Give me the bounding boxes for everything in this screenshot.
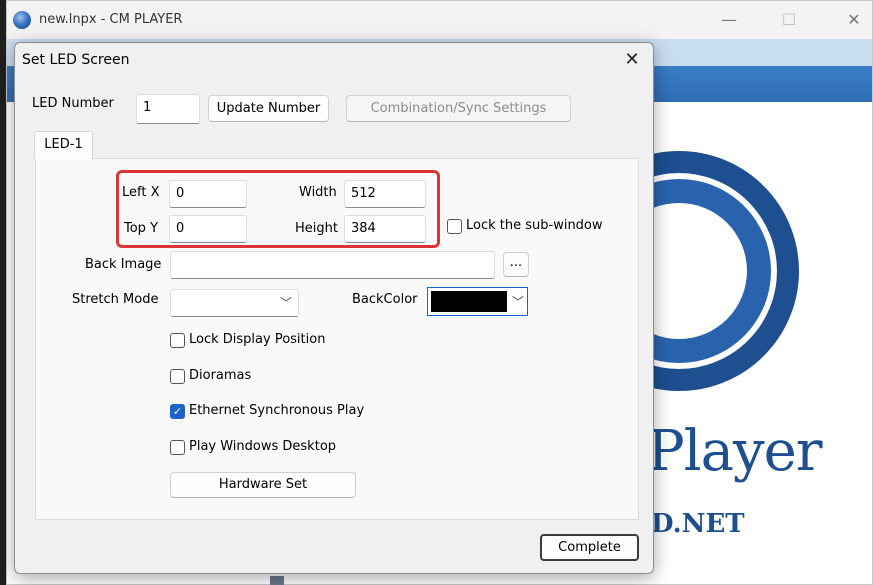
lock-display-position-checkbox[interactable] bbox=[170, 333, 185, 348]
lock-display-position-label: Lock Display Position bbox=[189, 332, 326, 347]
stretch-mode-select[interactable]: ﹀ bbox=[170, 289, 299, 317]
dialog-close-button[interactable]: ✕ bbox=[617, 47, 647, 73]
height-label: Height bbox=[295, 221, 338, 236]
app-logo-icon bbox=[13, 11, 31, 29]
brand-logo-subtext: D.NET bbox=[651, 509, 745, 539]
dioramas-label: Dioramas bbox=[189, 368, 252, 383]
backcolor-select[interactable]: ﹀ bbox=[427, 287, 528, 316]
left-x-label: Left X bbox=[122, 185, 160, 200]
complete-button[interactable]: Complete bbox=[540, 534, 639, 561]
width-input[interactable]: 512 bbox=[344, 180, 426, 208]
play-windows-desktop-checkbox[interactable] bbox=[170, 440, 185, 455]
height-input[interactable]: 384 bbox=[344, 215, 426, 243]
browse-back-image-button[interactable]: ... bbox=[503, 252, 529, 277]
play-windows-desktop-label: Play Windows Desktop bbox=[189, 439, 337, 454]
chevron-down-icon: ﹀ bbox=[279, 296, 292, 310]
brand-logo-text: Player bbox=[647, 419, 823, 484]
tab-panel-led-1 bbox=[35, 158, 639, 520]
minimize-button[interactable]: — bbox=[709, 7, 749, 33]
chevron-down-icon: ﹀ bbox=[511, 295, 524, 309]
ethernet-sync-label: Ethernet Synchronous Play bbox=[189, 403, 365, 418]
close-app-button[interactable]: ✕ bbox=[834, 7, 873, 33]
update-number-button[interactable]: Update Number bbox=[208, 95, 329, 122]
led-number-label: LED Number bbox=[32, 96, 114, 111]
app-title-bar[interactable]: new.lnpx - CM PLAYER — ☐ ✕ bbox=[7, 1, 872, 39]
led-number-input[interactable]: 1 bbox=[136, 94, 200, 124]
set-led-screen-dialog: Set LED Screen ✕ LED Number 1 Update Num… bbox=[14, 42, 654, 574]
maximize-button[interactable]: ☐ bbox=[769, 7, 809, 33]
width-label: Width bbox=[299, 185, 337, 200]
tab-led-1[interactable]: LED-1 bbox=[34, 131, 93, 159]
color-swatch bbox=[431, 291, 507, 312]
lock-subwindow-label: Lock the sub-window bbox=[466, 218, 603, 233]
back-image-label: Back Image bbox=[85, 257, 162, 272]
combination-sync-settings-button[interactable]: Combination/Sync Settings bbox=[346, 95, 571, 122]
status-bar-fragment bbox=[270, 576, 284, 585]
top-y-input[interactable]: 0 bbox=[169, 215, 247, 243]
hardware-set-button[interactable]: Hardware Set bbox=[170, 472, 356, 498]
backcolor-label: BackColor bbox=[352, 292, 418, 307]
app-title: new.lnpx - CM PLAYER bbox=[39, 12, 183, 27]
stretch-mode-label: Stretch Mode bbox=[72, 292, 159, 307]
dioramas-checkbox[interactable] bbox=[170, 369, 185, 384]
lock-subwindow-checkbox[interactable] bbox=[447, 219, 462, 234]
ethernet-sync-checkbox[interactable]: ✓ bbox=[170, 404, 185, 419]
back-image-input[interactable] bbox=[170, 251, 495, 279]
top-y-label: Top Y bbox=[124, 221, 159, 236]
left-x-input[interactable]: 0 bbox=[169, 180, 247, 208]
dialog-title: Set LED Screen bbox=[22, 52, 130, 68]
